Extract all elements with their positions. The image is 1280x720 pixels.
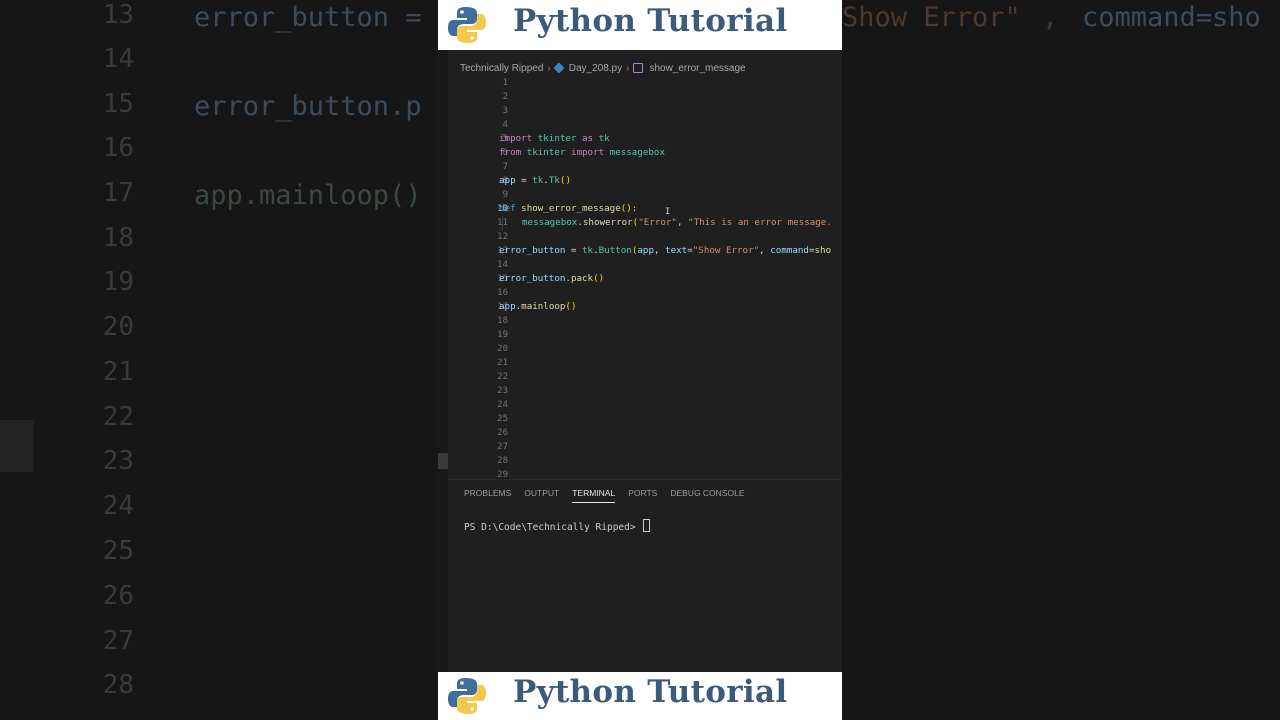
python-file-icon [553, 62, 565, 74]
background-code-line: command=sho [1082, 2, 1261, 33]
text-cursor-icon: I [665, 207, 671, 217]
tab-ports[interactable]: PORTS [628, 486, 657, 500]
line-number: 1 [502, 78, 508, 88]
banner-title: Python Tutorial [513, 674, 788, 710]
background-line-number: 25 [102, 536, 134, 566]
line-number: 12 [497, 232, 508, 242]
line-number: 8 [502, 176, 508, 186]
line-number: 7 [502, 162, 508, 172]
breadcrumb-symbol[interactable]: show_error_message [649, 63, 745, 74]
line-number-active: 10 [497, 204, 508, 214]
background-line-number: 21 [102, 357, 134, 387]
terminal-input[interactable]: PS D:\Code\Technically Ripped> [464, 519, 651, 533]
line-number: 18 [497, 316, 508, 326]
line-number: 6 [502, 148, 508, 158]
line-number: 29 [497, 470, 508, 479]
breadcrumb-file[interactable]: Day_208.py [569, 63, 622, 74]
line-number: 22 [497, 372, 508, 382]
background-code-line: app.mainloop() [194, 180, 422, 211]
line-number: 11 [438, 216, 508, 230]
code-line-8: app = tk.Tk() [499, 175, 571, 186]
background-code-line: error_button.p [194, 91, 422, 122]
line-number: 24 [497, 400, 508, 410]
code-line-5: import tkinter as tk [499, 133, 610, 144]
line-number: 28 [497, 456, 508, 466]
line-number: 19 [497, 330, 508, 340]
background-line-number: 24 [102, 491, 134, 521]
background-line-number: 26 [102, 581, 134, 611]
panel-tabs: PROBLEMS OUTPUT TERMINAL PORTS DEBUG CON… [464, 486, 744, 503]
code-line-13: error_button = tk.Button(app, text="Show… [499, 245, 832, 256]
background-editor-right: Show Error" , command=sho [842, 0, 1280, 720]
background-line-number: 14 [102, 44, 134, 74]
background-line-number: 15 [102, 89, 134, 119]
background-line-number: 18 [102, 223, 134, 253]
tab-output[interactable]: OUTPUT [524, 486, 559, 500]
terminal-cursor [643, 519, 651, 532]
tab-problems[interactable]: PROBLEMS [464, 486, 511, 500]
code-line-6: from tkinter import messagebox [499, 147, 665, 158]
background-code-line: , [1042, 2, 1075, 33]
background-line-number: 20 [102, 312, 134, 342]
background-line-number: 19 [102, 267, 134, 297]
code-editor[interactable]: 1 2 3 4 5 6 7 8 9 10 11 12 13 14 15 16 1… [438, 76, 842, 479]
tab-terminal[interactable]: TERMINAL [572, 486, 615, 503]
line-number: 26 [497, 428, 508, 438]
line-number: 17 [497, 302, 508, 312]
python-logo-icon [448, 678, 486, 714]
background-line-number: 16 [102, 133, 134, 163]
python-logo-icon [448, 7, 486, 43]
line-number: 25 [497, 414, 508, 424]
video-panel: Python Tutorial Technically Ripped › Day… [438, 0, 842, 720]
background-line-number: 17 [102, 178, 134, 208]
line-number: 20 [497, 344, 508, 354]
chevron-right-icon: › [547, 62, 551, 74]
line-number: 3 [502, 106, 508, 116]
tab-debug-console[interactable]: DEBUG CONSOLE [670, 486, 744, 500]
code-line-17: app.mainloop() [499, 301, 577, 312]
line-number: 9 [502, 190, 508, 200]
line-number: 2 [502, 92, 508, 102]
code-line-10: def show_error_message(): [499, 203, 638, 214]
background-line-number: 13 [102, 0, 134, 30]
line-number: 14 [497, 260, 508, 270]
line-number: 21 [497, 358, 508, 368]
terminal-prompt: PS D:\Code\Technically Ripped> [464, 522, 642, 533]
line-number: 4 [502, 120, 508, 130]
background-code-line: Show Error" [842, 2, 1021, 33]
background-line-number: 22 [102, 402, 134, 432]
line-number: 23 [497, 386, 508, 396]
background-editor-left: 13 14 15 16 17 18 19 20 21 22 23 24 25 2… [0, 0, 438, 720]
line-number: 27 [497, 442, 508, 452]
banner-title: Python Tutorial [513, 3, 788, 39]
line-number: 5 [502, 134, 508, 144]
background-line-number: 28 [102, 670, 134, 700]
code-line-15: error_button.pack() [499, 273, 605, 284]
background-line-number: 23 [102, 446, 134, 476]
indent-guide [502, 216, 503, 230]
line-number: 15 [497, 274, 508, 284]
line-number: 16 [497, 288, 508, 298]
breadcrumb: Technically Ripped › Day_208.py › show_e… [460, 60, 746, 76]
panel-divider [448, 479, 842, 480]
code-line-11: messagebox.showerror("Error", "This is a… [522, 217, 832, 228]
bottom-banner: Python Tutorial [438, 672, 842, 720]
chevron-right-icon: › [626, 62, 630, 74]
breadcrumb-folder[interactable]: Technically Ripped [460, 63, 543, 74]
method-symbol-icon [633, 63, 644, 73]
line-number: 13 [497, 246, 508, 256]
top-banner: Python Tutorial [438, 0, 842, 50]
background-code-line: error_button = [194, 2, 438, 33]
background-line-number: 27 [102, 626, 134, 656]
